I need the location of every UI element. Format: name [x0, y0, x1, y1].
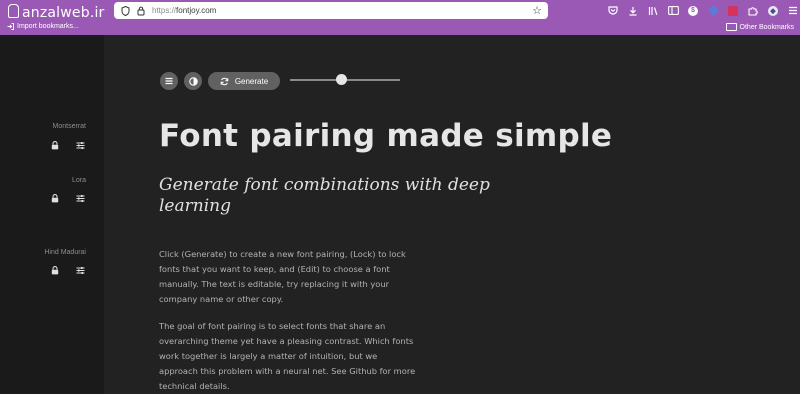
address-bar[interactable]: https://fontjoy.com ☆ — [114, 2, 548, 19]
pocket-icon[interactable] — [603, 3, 623, 18]
control-bar: Generate — [160, 72, 280, 90]
import-icon — [7, 23, 14, 30]
page-headline[interactable]: Font pairing made simple — [159, 118, 612, 154]
edit-sliders-icon[interactable] — [76, 194, 85, 203]
edit-sliders-icon[interactable] — [76, 141, 85, 150]
list-view-button[interactable] — [160, 72, 178, 90]
watermark-text: anzalweb.ir — [22, 5, 105, 21]
extension-blue-icon[interactable] — [703, 3, 723, 18]
lock-icon[interactable] — [50, 266, 59, 275]
contrast-icon — [188, 76, 198, 86]
url-domain: fontjoy.com — [176, 6, 217, 15]
other-bookmarks-folder[interactable]: Other Bookmarks — [725, 23, 794, 31]
lock-icon[interactable] — [50, 194, 59, 203]
list-icon — [165, 77, 173, 85]
page-subhead[interactable]: Generate font combinations with deep lea… — [159, 175, 519, 217]
import-bookmarks-label: Import bookmarks... — [17, 23, 79, 30]
menu-icon[interactable] — [783, 3, 800, 18]
generate-label: Generate — [234, 76, 269, 86]
library-icon[interactable] — [643, 3, 663, 18]
download-icon[interactable] — [623, 3, 643, 18]
folder-icon — [725, 23, 737, 31]
contrast-toggle-button[interactable] — [184, 72, 202, 90]
font-name: Montserrat — [52, 123, 86, 130]
watermark-icon — [8, 4, 19, 18]
contrast-slider[interactable] — [290, 74, 400, 85]
extension-red-icon[interactable] — [723, 3, 743, 18]
profile-icon[interactable]: ◆ — [763, 3, 783, 18]
font-name: Hind Madurai — [44, 249, 86, 256]
main-content: Generate Font pairing made simple Genera… — [104, 35, 800, 394]
url-prefix: https:// — [152, 6, 177, 15]
shield-icon[interactable] — [120, 5, 130, 16]
extensions-puzzle-icon[interactable] — [743, 3, 763, 18]
import-bookmarks-link[interactable]: Import bookmarks... — [7, 23, 79, 30]
browser-toolbar: anzalweb.ir https://fontjoy.com ☆ $ ◆ Im… — [0, 0, 800, 35]
bookmark-star-icon[interactable]: ☆ — [532, 4, 542, 17]
bookmarks-bar: Import bookmarks... Other Bookmarks — [0, 22, 800, 35]
lock-icon[interactable] — [136, 6, 146, 16]
account-extension-icon[interactable]: $ — [683, 3, 703, 18]
slider-knob[interactable] — [336, 74, 348, 85]
body-paragraph[interactable]: Click (Generate) to create a new font pa… — [159, 247, 417, 307]
edit-sliders-icon[interactable] — [76, 266, 85, 275]
url-text[interactable]: https://fontjoy.com — [152, 6, 532, 15]
watermark: anzalweb.ir — [8, 4, 105, 21]
sidebar-toggle-icon[interactable] — [663, 3, 683, 18]
refresh-icon — [220, 77, 229, 85]
other-bookmarks-label: Other Bookmarks — [739, 23, 794, 31]
font-name: Lora — [71, 177, 86, 184]
font-sidebar: Montserrat Lora Hind Madurai — [0, 35, 104, 394]
generate-button[interactable]: Generate — [208, 72, 280, 90]
lock-icon[interactable] — [50, 141, 59, 150]
body-paragraph[interactable]: The goal of font pairing is to select fo… — [159, 319, 417, 394]
